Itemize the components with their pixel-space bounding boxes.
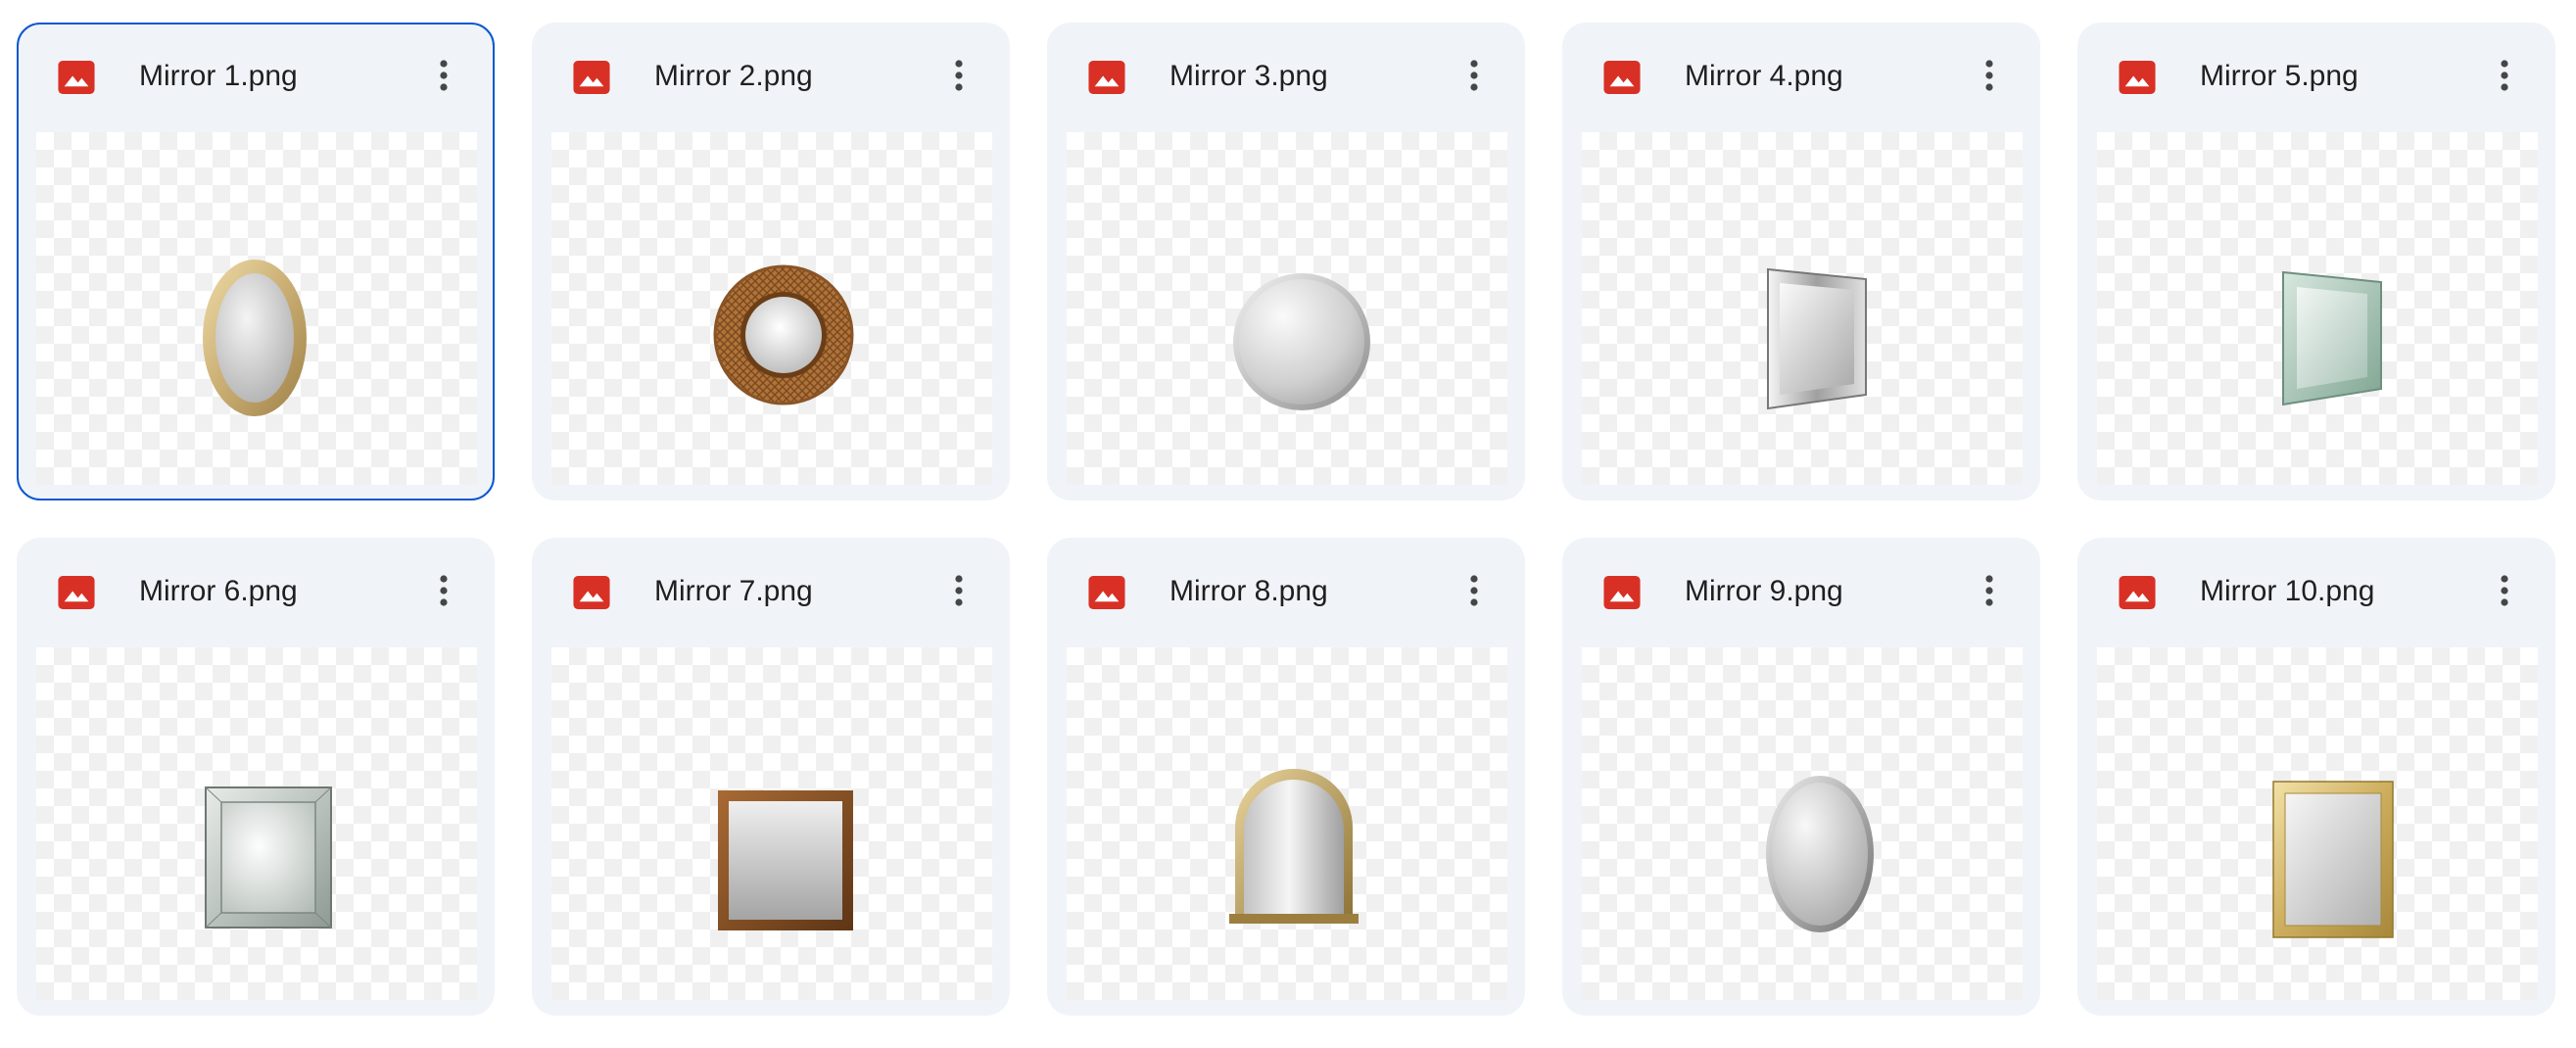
image-file-icon	[58, 61, 95, 94]
file-name: Mirror 1.png	[139, 60, 298, 92]
file-card[interactable]: Mirror 4.png	[1562, 23, 2040, 500]
more-actions-button[interactable]	[1966, 567, 2013, 614]
image-file-icon	[1088, 576, 1125, 609]
file-thumbnail[interactable]	[1582, 132, 2023, 485]
file-thumbnail[interactable]	[2097, 132, 2538, 485]
file-card[interactable]: Mirror 8.png	[1047, 538, 1525, 1016]
file-card-header: Mirror 6.png	[19, 540, 493, 642]
file-thumbnail[interactable]	[36, 132, 477, 485]
more-vert-icon	[1470, 575, 1478, 606]
more-actions-button[interactable]	[1451, 567, 1498, 614]
file-name: Mirror 7.png	[654, 575, 813, 607]
more-actions-button[interactable]	[1451, 52, 1498, 99]
file-name: Mirror 8.png	[1169, 575, 1328, 607]
file-card-header: Mirror 4.png	[1564, 24, 2038, 126]
image-file-icon	[2119, 61, 2156, 94]
more-vert-icon	[1985, 60, 1993, 91]
file-card-header: Mirror 2.png	[534, 24, 1008, 126]
file-thumbnail[interactable]	[2097, 647, 2538, 1000]
more-vert-icon	[955, 60, 963, 91]
more-actions-button[interactable]	[935, 567, 982, 614]
file-name: Mirror 5.png	[2200, 60, 2359, 92]
file-card[interactable]: Mirror 5.png	[2077, 23, 2555, 500]
image-file-icon	[573, 576, 610, 609]
file-card[interactable]: Mirror 6.png	[17, 538, 495, 1016]
file-thumbnail[interactable]	[36, 647, 477, 1000]
file-grid-page: { "files": [ {"name": "Mirror 1.png", "i…	[0, 0, 2576, 1048]
file-thumbnail[interactable]	[1067, 132, 1507, 485]
more-actions-button[interactable]	[1966, 52, 2013, 99]
file-thumbnail[interactable]	[551, 647, 992, 1000]
file-name: Mirror 2.png	[654, 60, 813, 92]
file-thumbnail[interactable]	[1067, 647, 1507, 1000]
more-actions-button[interactable]	[935, 52, 982, 99]
gold-oval-mirror-image	[203, 260, 307, 416]
more-vert-icon	[1470, 60, 1478, 91]
file-card-header: Mirror 10.png	[2079, 540, 2553, 642]
silver-rectangle-mirror-image	[1767, 267, 1867, 410]
more-vert-icon	[440, 60, 448, 91]
more-vert-icon	[2501, 60, 2508, 91]
file-card[interactable]: Mirror 7.png	[532, 538, 1010, 1016]
file-card-header: Mirror 5.png	[2079, 24, 2553, 126]
file-card-header: Mirror 1.png	[19, 24, 493, 126]
file-name: Mirror 6.png	[139, 575, 298, 607]
more-vert-icon	[955, 575, 963, 606]
green-glass-mirror-image	[2282, 270, 2382, 406]
silver-oval-mirror-image	[1766, 776, 1874, 932]
file-card-header: Mirror 3.png	[1049, 24, 1523, 126]
rattan-round-mirror-image	[713, 264, 854, 405]
file-card[interactable]: Mirror 9.png	[1562, 538, 2040, 1016]
image-file-icon	[2119, 576, 2156, 609]
file-card[interactable]: Mirror 1.png	[17, 23, 495, 500]
image-file-icon	[573, 61, 610, 94]
image-file-icon	[58, 576, 95, 609]
more-actions-button[interactable]	[2481, 567, 2528, 614]
more-vert-icon	[440, 575, 448, 606]
wood-square-mirror-image	[718, 790, 853, 930]
silver-round-mirror-image	[1233, 273, 1370, 410]
more-actions-button[interactable]	[420, 52, 467, 99]
gold-arched-mirror-image	[1229, 769, 1359, 924]
more-actions-button[interactable]	[2481, 52, 2528, 99]
file-thumbnail[interactable]	[551, 132, 992, 485]
venetian-square-mirror-image	[205, 786, 332, 929]
file-name: Mirror 3.png	[1169, 60, 1328, 92]
more-vert-icon	[1985, 575, 1993, 606]
image-file-icon	[1603, 576, 1641, 609]
more-vert-icon	[2501, 575, 2508, 606]
file-card[interactable]: Mirror 3.png	[1047, 23, 1525, 500]
file-card-header: Mirror 9.png	[1564, 540, 2038, 642]
file-thumbnail[interactable]	[1582, 647, 2023, 1000]
file-name: Mirror 4.png	[1685, 60, 1843, 92]
file-name: Mirror 9.png	[1685, 575, 1843, 607]
image-file-icon	[1088, 61, 1125, 94]
image-file-icon	[1603, 61, 1641, 94]
file-card[interactable]: Mirror 10.png	[2077, 538, 2555, 1016]
file-card-header: Mirror 7.png	[534, 540, 1008, 642]
gold-rectangle-mirror-image	[2272, 781, 2394, 938]
file-name: Mirror 10.png	[2200, 575, 2375, 607]
more-actions-button[interactable]	[420, 567, 467, 614]
file-card[interactable]: Mirror 2.png	[532, 23, 1010, 500]
file-card-header: Mirror 8.png	[1049, 540, 1523, 642]
file-grid: Mirror 1.png Mirror 2.png Mirror 3.png M…	[17, 23, 2555, 1016]
